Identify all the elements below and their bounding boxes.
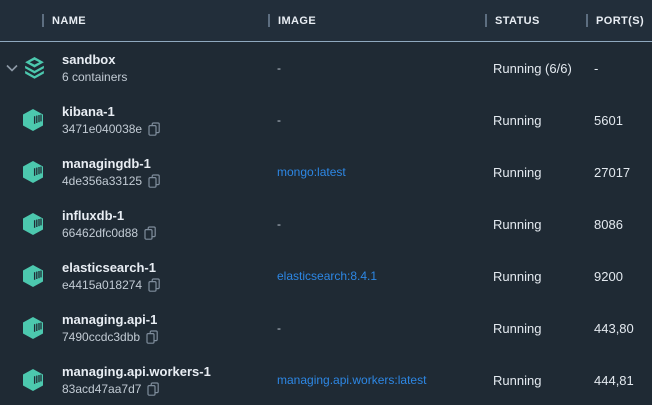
ports-cell: 5601	[586, 113, 652, 128]
ports-cell: 9200	[586, 269, 652, 284]
container-row[interactable]: managingdb-1 4de356a33125 mongo:latest R…	[0, 146, 652, 198]
image-cell: -	[268, 113, 485, 127]
container-name: managingdb-1	[62, 156, 161, 172]
name-cell: influxdb-1 66462dfc0d88	[0, 208, 268, 241]
ports-cell: -	[586, 61, 652, 76]
image-cell: -	[268, 217, 485, 231]
ports-cell: 444,81	[586, 373, 652, 388]
column-header-ports[interactable]: PORT(S)	[586, 14, 652, 27]
copy-id-button[interactable]	[148, 278, 161, 293]
container-id: 7490ccdc3dbb	[62, 330, 140, 345]
name-cell: kibana-1 3471e040038e	[0, 104, 268, 137]
stack-icon	[22, 56, 48, 81]
copy-id-button[interactable]	[144, 226, 157, 241]
status-cell: Running	[485, 113, 586, 128]
copy-id-button[interactable]	[147, 382, 160, 397]
copy-id-button[interactable]	[148, 122, 161, 137]
column-divider	[586, 14, 588, 27]
copy-id-button[interactable]	[148, 174, 161, 189]
column-divider	[42, 14, 44, 27]
copy-icon	[148, 122, 161, 137]
container-id: e4415a018274	[62, 278, 142, 293]
container-group-row[interactable]: sandbox 6 containers - Running (6/6) -	[0, 42, 652, 94]
column-label: PORT(S)	[596, 15, 644, 27]
status-cell: Running	[485, 269, 586, 284]
column-divider	[485, 14, 487, 27]
status-cell: Running	[485, 165, 586, 180]
column-header-image[interactable]: IMAGE	[268, 14, 485, 27]
image-link[interactable]: mongo:latest	[268, 165, 485, 179]
status-cell: Running	[485, 321, 586, 336]
container-icon	[22, 108, 48, 132]
container-icon	[22, 368, 48, 392]
container-icon	[22, 316, 48, 340]
column-header-name[interactable]: NAME	[0, 14, 268, 27]
copy-icon	[146, 330, 159, 345]
container-icon	[22, 264, 48, 288]
container-row[interactable]: kibana-1 3471e040038e - Running 5601	[0, 94, 652, 146]
image-link[interactable]: managing.api.workers:latest	[268, 373, 485, 387]
image-cell: -	[268, 321, 485, 335]
column-label: STATUS	[495, 15, 540, 27]
image-cell: -	[268, 61, 485, 75]
container-row[interactable]: influxdb-1 66462dfc0d88 - Running 8086	[0, 198, 652, 250]
container-name: elasticsearch-1	[62, 260, 161, 276]
ports-cell: 443,80	[586, 321, 652, 336]
container-name: managing.api.workers-1	[62, 364, 211, 380]
container-id: 4de356a33125	[62, 174, 142, 189]
column-label: NAME	[52, 15, 86, 27]
container-id: 66462dfc0d88	[62, 226, 138, 241]
table-header: NAME IMAGE STATUS PORT(S)	[0, 0, 652, 42]
image-link[interactable]: elasticsearch:8.4.1	[268, 269, 485, 283]
copy-id-button[interactable]	[146, 330, 159, 345]
chevron-down-icon	[6, 64, 18, 72]
ports-cell: 8086	[586, 217, 652, 232]
status-cell: Running (6/6)	[485, 61, 586, 76]
copy-icon	[148, 174, 161, 189]
container-id: 3471e040038e	[62, 122, 142, 137]
container-name: influxdb-1	[62, 208, 157, 224]
status-cell: Running	[485, 373, 586, 388]
name-cell: sandbox 6 containers	[0, 52, 268, 85]
container-row[interactable]: managing.api.workers-1 83acd47aa7d7 mana…	[0, 354, 652, 405]
collapse-toggle[interactable]	[6, 64, 22, 72]
column-divider	[268, 14, 270, 27]
container-row[interactable]: managing.api-1 7490ccdc3dbb - Running 44…	[0, 302, 652, 354]
copy-icon	[148, 278, 161, 293]
container-icon	[22, 212, 48, 236]
column-header-status[interactable]: STATUS	[485, 14, 586, 27]
container-icon	[22, 160, 48, 184]
copy-icon	[147, 382, 160, 397]
container-row[interactable]: elasticsearch-1 e4415a018274 elasticsear…	[0, 250, 652, 302]
container-name: kibana-1	[62, 104, 161, 120]
container-name: managing.api-1	[62, 312, 159, 328]
group-subtitle: 6 containers	[62, 70, 127, 85]
containers-table: NAME IMAGE STATUS PORT(S)	[0, 0, 652, 405]
copy-icon	[144, 226, 157, 241]
name-cell: elasticsearch-1 e4415a018274	[0, 260, 268, 293]
column-label: IMAGE	[278, 15, 316, 27]
group-name: sandbox	[62, 52, 127, 68]
container-id: 83acd47aa7d7	[62, 382, 141, 397]
name-cell: managing.api-1 7490ccdc3dbb	[0, 312, 268, 345]
status-cell: Running	[485, 217, 586, 232]
name-cell: managingdb-1 4de356a33125	[0, 156, 268, 189]
name-cell: managing.api.workers-1 83acd47aa7d7	[0, 364, 268, 397]
table-body: sandbox 6 containers - Running (6/6) - k…	[0, 42, 652, 405]
ports-cell: 27017	[586, 165, 652, 180]
